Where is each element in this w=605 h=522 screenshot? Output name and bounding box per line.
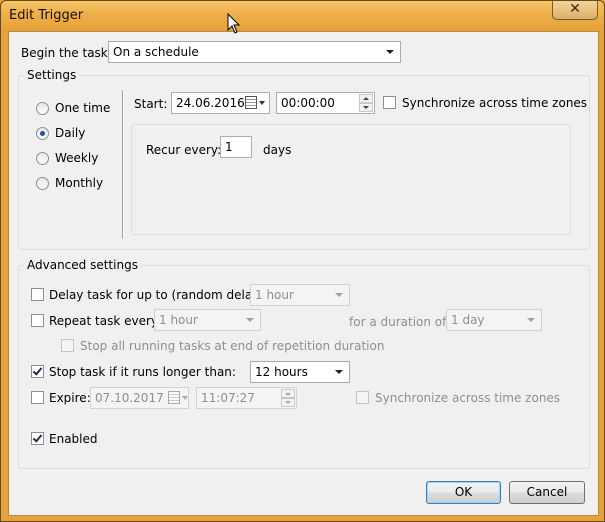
cancel-button[interactable]: Cancel (509, 481, 585, 504)
enabled-label: Enabled (49, 432, 98, 446)
delay-task-checkbox[interactable] (31, 288, 44, 301)
recur-unit-label: days (263, 143, 292, 157)
recur-every-input[interactable]: 1 (220, 136, 252, 158)
repeat-task-value: 1 hour (159, 313, 198, 327)
delay-task-dropdown[interactable]: 1 hour (250, 284, 350, 306)
sync-timezones-checkbox[interactable] (383, 96, 396, 109)
mouse-cursor-icon (227, 13, 241, 34)
duration-label: for a duration of: (349, 315, 450, 329)
settings-divider (122, 90, 124, 239)
expire-date-value: 07.10.2017 (95, 391, 164, 405)
radio-monthly-label: Monthly (55, 176, 104, 190)
stop-running-tasks-label: Stop all running tasks at end of repetit… (80, 339, 385, 353)
radio-one-time-label: One time (55, 101, 111, 115)
stop-task-dropdown[interactable]: 12 hours (250, 361, 350, 383)
recur-every-value: 1 (225, 140, 233, 154)
stop-task-label: Stop task if it runs longer than: (49, 365, 236, 379)
expire-time-spinner[interactable] (281, 389, 295, 407)
edit-trigger-window: Edit Trigger ✕ Begin the task: On a sche… (0, 0, 605, 522)
enabled-checkbox[interactable] (31, 432, 44, 445)
settings-group-title: Settings (24, 68, 80, 82)
repeat-task-checkbox[interactable] (31, 314, 44, 327)
expire-sync-timezones-checkbox[interactable] (356, 391, 369, 404)
advanced-settings-title: Advanced settings (24, 258, 141, 272)
duration-dropdown[interactable]: 1 day (446, 309, 542, 331)
begin-task-label: Begin the task: (21, 46, 112, 60)
start-date-value: 24.06.2016 (176, 96, 245, 110)
start-label: Start: (134, 97, 168, 111)
stop-running-tasks-checkbox[interactable] (61, 339, 74, 352)
repeat-task-dropdown[interactable]: 1 hour (154, 309, 261, 331)
chevron-down-icon (246, 318, 254, 322)
close-icon: ✕ (569, 1, 581, 17)
start-time-field[interactable]: 00:00:00 (276, 92, 375, 114)
radio-daily-label: Daily (55, 126, 86, 140)
chevron-down-icon (335, 293, 343, 297)
duration-value: 1 day (451, 313, 485, 327)
chevron-down-icon (386, 50, 394, 54)
radio-weekly[interactable] (36, 152, 49, 165)
expire-sync-timezones-label: Synchronize across time zones (375, 391, 561, 405)
close-button[interactable]: ✕ (552, 1, 598, 20)
start-time-value: 00:00:00 (281, 96, 335, 110)
start-date-picker[interactable]: 24.06.2016 (171, 92, 270, 114)
begin-task-dropdown[interactable]: On a schedule (108, 41, 401, 63)
window-title: Edit Trigger (9, 8, 84, 23)
expire-time-value: 11:07:27 (201, 391, 255, 405)
sync-timezones-label: Synchronize across time zones (402, 96, 588, 110)
chevron-down-icon (527, 318, 535, 322)
ok-button[interactable]: OK (426, 481, 501, 504)
expire-label: Expire: (49, 391, 91, 405)
stop-task-checkbox[interactable] (31, 365, 44, 378)
repeat-task-label: Repeat task every: (49, 314, 162, 328)
chevron-down-icon (335, 370, 343, 374)
start-time-spinner[interactable] (359, 94, 373, 112)
radio-daily[interactable] (36, 127, 49, 140)
radio-monthly[interactable] (36, 177, 49, 190)
calendar-icon[interactable] (168, 390, 190, 406)
delay-task-label: Delay task for up to (random delay): (49, 288, 269, 302)
expire-checkbox[interactable] (31, 391, 44, 404)
radio-weekly-label: Weekly (55, 151, 99, 165)
recur-every-label: Recur every: (146, 143, 222, 157)
dialog-client-area: Begin the task: On a schedule Settings O… (8, 31, 599, 516)
calendar-icon[interactable] (245, 95, 267, 111)
delay-task-value: 1 hour (255, 288, 294, 302)
begin-task-value: On a schedule (113, 45, 199, 59)
stop-task-value: 12 hours (255, 365, 308, 379)
expire-time-field[interactable]: 11:07:27 (196, 387, 297, 409)
radio-one-time[interactable] (36, 102, 49, 115)
expire-date-picker[interactable]: 07.10.2017 (90, 387, 189, 409)
recur-panel (131, 124, 571, 235)
